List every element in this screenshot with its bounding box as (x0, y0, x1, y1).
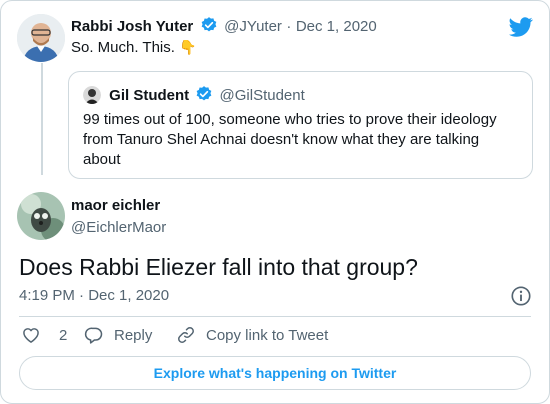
like-count: 2 (59, 326, 68, 344)
quoted-text: 99 times out of 100, someone who tries t… (83, 111, 497, 168)
tweet-text-body: So. Much. This. (71, 39, 175, 56)
reply-author-avatar[interactable] (17, 192, 65, 240)
link-icon (178, 327, 194, 343)
copy-link-label: Copy link to Tweet (206, 326, 329, 344)
quoted-author-handle: @GilStudent (219, 87, 305, 104)
explore-twitter-button[interactable]: Explore what's happening on Twitter (19, 356, 531, 390)
copy-link-action[interactable]: Copy link to Tweet (176, 325, 328, 345)
thread-line (41, 63, 43, 175)
reply-timestamp[interactable]: 4:19 PM · Dec 1, 2020 (19, 287, 169, 304)
author-name[interactable]: Rabbi Josh Yuter (71, 18, 193, 35)
quoted-avatar (83, 86, 101, 104)
verified-badge-icon (201, 17, 217, 32)
like-action[interactable]: 2 (21, 325, 67, 345)
reply-author-handle[interactable]: @EichlerMaor (71, 219, 166, 236)
author-avatar[interactable] (17, 14, 65, 62)
heart-icon (23, 328, 39, 343)
reply-author-name[interactable]: maor eichler (71, 197, 160, 214)
reply-label: Reply (114, 326, 153, 344)
quoted-tweet[interactable]: Gil Student @GilStudent 99 times out of … (68, 71, 533, 179)
reply-text: Does Rabbi Eliezer fall into that group? (19, 254, 418, 280)
verified-badge-icon (196, 86, 212, 101)
twitter-bird-icon[interactable] (509, 15, 533, 39)
reply-bubble-icon (84, 327, 103, 344)
tweet-text: So. Much. This. 👇 (71, 39, 197, 56)
header-separator: · (286, 18, 292, 35)
point-down-emoji: 👇 (179, 39, 197, 55)
quoted-header: Gil Student @GilStudent (83, 85, 305, 104)
reply-action[interactable]: Reply (84, 325, 152, 345)
tweet-embed-card: Rabbi Josh Yuter @JYuter · Dec 1, 2020 S… (0, 0, 550, 404)
author-handle[interactable]: @JYuter (224, 18, 282, 35)
quoted-author-name: Gil Student (109, 87, 190, 104)
info-icon[interactable] (510, 285, 532, 307)
tweet-date[interactable]: Dec 1, 2020 (296, 18, 377, 35)
tweet-header: Rabbi Josh Yuter @JYuter · Dec 1, 2020 (71, 16, 377, 36)
divider (19, 316, 531, 317)
